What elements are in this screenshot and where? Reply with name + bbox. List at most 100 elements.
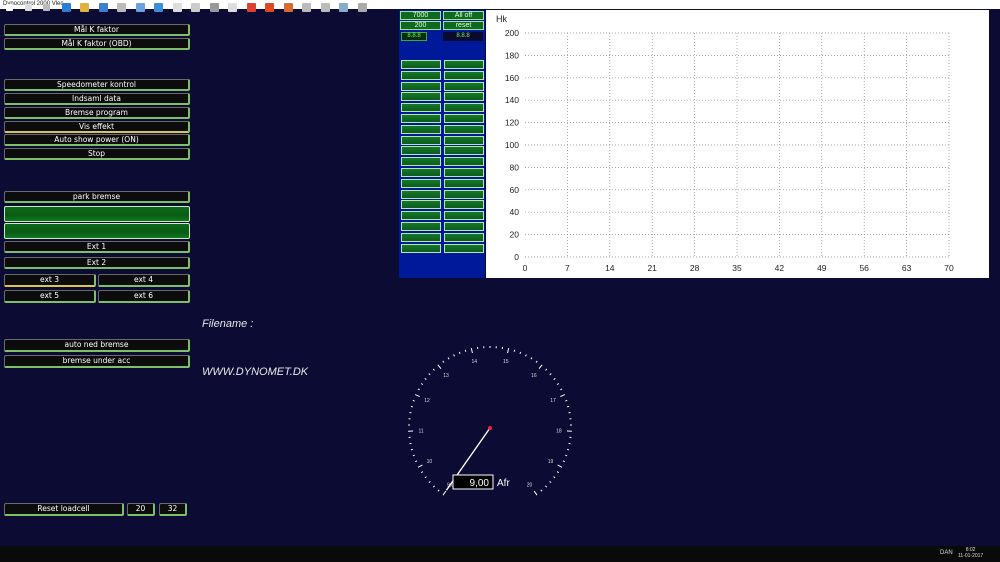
ext4-button[interactable]: ext 4 <box>98 274 190 287</box>
explorer-icon[interactable] <box>80 3 89 12</box>
gauge-tick <box>417 464 423 468</box>
app-icon[interactable] <box>154 3 163 12</box>
ext3-button[interactable]: ext 3 <box>4 274 96 287</box>
bremse-program-button[interactable]: Bremse program <box>4 107 190 119</box>
control-cell[interactable] <box>401 178 441 188</box>
reset-loadcell-button[interactable]: Reset loadcell <box>4 503 124 516</box>
y-tick-label: 0 <box>514 252 519 262</box>
app-icon[interactable] <box>357 3 367 12</box>
control-cell[interactable] <box>444 103 484 113</box>
all-off-button[interactable]: All off <box>443 11 484 20</box>
maal-k-faktor-obd-button[interactable]: Mål K faktor (OBD) <box>4 38 190 50</box>
control-cell[interactable] <box>444 157 484 167</box>
gauge-tick <box>530 357 533 360</box>
control-cell[interactable] <box>444 178 484 188</box>
park-bremse-button[interactable]: park bremse <box>4 191 190 203</box>
gauge-tick <box>560 394 566 398</box>
y-tick-label: 120 <box>505 118 519 128</box>
control-cell[interactable] <box>401 189 441 199</box>
app-icon[interactable] <box>209 3 219 12</box>
control-cell[interactable] <box>401 135 441 145</box>
app-icon[interactable] <box>172 3 182 12</box>
control-cell[interactable] <box>444 222 484 231</box>
power-box[interactable]: 200 <box>400 21 441 30</box>
gauge-tick <box>412 454 415 457</box>
gauge-tick <box>545 368 548 371</box>
indsaml-data-button[interactable]: Indsaml data <box>4 93 190 105</box>
control-cell[interactable] <box>401 146 441 156</box>
chrome-icon[interactable] <box>246 3 256 12</box>
auto-show-power-button[interactable]: Auto show power (ON) <box>4 134 190 146</box>
gauge-tick <box>417 388 420 391</box>
app-icon[interactable] <box>135 3 145 12</box>
maal-k-faktor-button[interactable]: Mål K faktor <box>4 24 190 36</box>
control-cell[interactable] <box>444 81 484 91</box>
start-icon[interactable] <box>6 4 13 11</box>
clock[interactable]: 8:02 11-01-2017 <box>958 547 983 559</box>
task-view-icon[interactable] <box>43 4 50 11</box>
gauge-tick <box>453 354 455 357</box>
control-cell[interactable] <box>401 168 441 177</box>
edge-icon[interactable] <box>61 3 71 12</box>
value-box-b[interactable]: 32 <box>159 503 187 516</box>
control-cell[interactable] <box>444 124 484 134</box>
control-cell[interactable] <box>401 70 441 80</box>
auto-ned-bremse-button[interactable]: auto ned bremse <box>4 339 190 352</box>
vis-effekt-button[interactable]: Vis effekt <box>4 121 190 133</box>
search-icon[interactable] <box>24 4 32 11</box>
gauge-tick <box>557 464 563 468</box>
app-icon[interactable] <box>265 3 274 12</box>
control-cell[interactable] <box>444 211 484 221</box>
rpm-box[interactable]: 7000 <box>400 11 441 20</box>
reset-button[interactable]: reset <box>443 21 484 30</box>
control-cell[interactable] <box>401 81 441 91</box>
green-toggle-2[interactable] <box>4 223 190 239</box>
app-icon[interactable] <box>339 3 348 12</box>
app-icon[interactable] <box>302 3 311 12</box>
control-cell[interactable] <box>401 157 441 167</box>
control-cell[interactable] <box>401 232 441 242</box>
control-cell[interactable] <box>401 243 441 253</box>
control-cell[interactable] <box>444 189 484 199</box>
app-icon[interactable] <box>117 3 126 12</box>
speedometer-kontrol-button[interactable]: Speedometer kontrol <box>4 79 190 91</box>
gauge-unit: Afr <box>497 478 510 489</box>
control-cell[interactable] <box>444 135 484 145</box>
control-cell[interactable] <box>401 211 441 221</box>
control-cell[interactable] <box>444 70 484 80</box>
y-tick-label: 200 <box>505 28 519 38</box>
ext1-button[interactable]: Ext 1 <box>4 241 190 253</box>
control-cell[interactable] <box>401 103 441 113</box>
app-icon[interactable] <box>320 3 330 12</box>
bremse-under-acc-button[interactable]: bremse under acc <box>4 355 190 368</box>
ext6-button[interactable]: ext 6 <box>98 290 190 303</box>
control-cell[interactable] <box>444 243 484 253</box>
stop-button[interactable]: Stop <box>4 148 190 160</box>
control-cell[interactable] <box>401 60 441 69</box>
gauge-tick <box>447 357 450 360</box>
control-cell[interactable] <box>401 92 441 102</box>
app-icon[interactable] <box>283 3 293 12</box>
control-cell[interactable] <box>444 60 484 69</box>
language-indicator[interactable]: DAN <box>940 550 953 556</box>
control-cell[interactable] <box>444 92 484 102</box>
control-cell[interactable] <box>444 200 484 210</box>
control-cell[interactable] <box>444 232 484 242</box>
app-icon[interactable] <box>228 3 237 12</box>
gauge-tick <box>535 360 538 363</box>
control-cell[interactable] <box>444 114 484 123</box>
x-tick-label: 0 <box>523 263 528 273</box>
control-cell[interactable] <box>401 200 441 210</box>
app-icon[interactable] <box>191 3 200 12</box>
gauge-tick-label: 12 <box>424 398 430 404</box>
control-cell[interactable] <box>444 146 484 156</box>
green-toggle-1[interactable] <box>4 206 190 222</box>
store-icon[interactable] <box>98 3 108 12</box>
value-box-a[interactable]: 20 <box>127 503 155 516</box>
control-cell[interactable] <box>401 222 441 231</box>
control-cell[interactable] <box>401 114 441 123</box>
ext5-button[interactable]: ext 5 <box>4 290 96 303</box>
control-cell[interactable] <box>444 168 484 177</box>
control-cell[interactable] <box>401 124 441 134</box>
ext2-button[interactable]: Ext 2 <box>4 257 190 269</box>
